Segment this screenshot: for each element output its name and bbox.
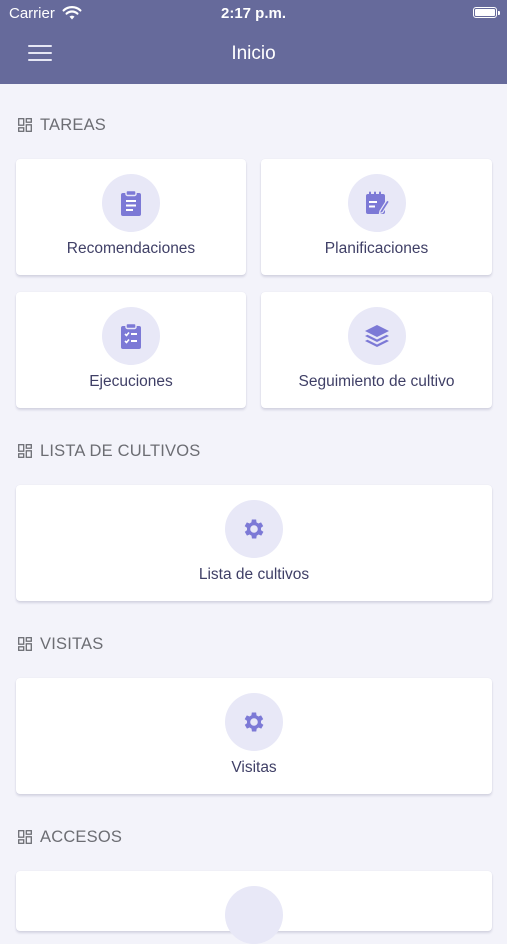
icon-circle xyxy=(348,307,406,365)
card-label: Ejecuciones xyxy=(89,373,173,390)
dashboard-icon xyxy=(18,830,32,844)
section-title-text: LISTA DE CULTIVOS xyxy=(40,441,201,460)
page-title: Inicio xyxy=(231,43,276,64)
clipboard-check-icon xyxy=(121,323,141,349)
dashboard-icon xyxy=(18,444,32,458)
dashboard-icon xyxy=(18,118,32,132)
icon-circle xyxy=(102,174,160,232)
icon-circle xyxy=(225,693,283,751)
card-label: Recomendaciones xyxy=(66,240,196,257)
gear-icon xyxy=(244,519,264,539)
icon-circle xyxy=(225,886,283,944)
dashboard-icon xyxy=(18,637,32,651)
section-title-text: VISITAS xyxy=(40,634,104,653)
battery-icon xyxy=(473,7,500,18)
card-label: Planificaciones xyxy=(324,240,429,257)
card-label: Visitas xyxy=(231,759,277,776)
icon-circle xyxy=(225,500,283,558)
section-title-accesos: ACCESOS xyxy=(18,827,122,847)
layers-icon xyxy=(365,325,389,347)
icon-circle xyxy=(348,174,406,232)
clipboard-list-icon xyxy=(121,190,141,216)
card-seguimiento-de-cultivo[interactable]: Seguimiento de cultivo xyxy=(261,292,492,408)
card-visitas[interactable]: Visitas xyxy=(16,678,492,794)
card-accesos-partial[interactable] xyxy=(16,871,492,944)
app-header: Carrier 2:17 p.m. Inicio xyxy=(0,0,507,84)
card-ejecuciones[interactable]: Ejecuciones xyxy=(16,292,246,408)
section-title-visitas: VISITAS xyxy=(18,634,103,654)
gear-icon xyxy=(244,712,264,732)
card-label: Seguimiento de cultivo xyxy=(298,373,455,390)
card-label: Lista de cultivos xyxy=(198,566,310,583)
icon-circle xyxy=(102,307,160,365)
card-lista-de-cultivos[interactable]: Lista de cultivos xyxy=(16,485,492,601)
section-title-text: TAREAS xyxy=(40,115,106,134)
card-recomendaciones[interactable]: Recomendaciones xyxy=(16,159,246,275)
section-title-lista-de-cultivos: LISTA DE CULTIVOS xyxy=(18,441,201,461)
notebook-pen-icon xyxy=(366,191,390,215)
section-title-text: ACCESOS xyxy=(40,827,123,846)
section-title-tareas: TAREAS xyxy=(18,115,106,135)
status-bar: Carrier 2:17 p.m. xyxy=(0,0,507,28)
card-planificaciones[interactable]: Planificaciones xyxy=(261,159,492,275)
status-time: 2:17 p.m. xyxy=(220,5,287,22)
